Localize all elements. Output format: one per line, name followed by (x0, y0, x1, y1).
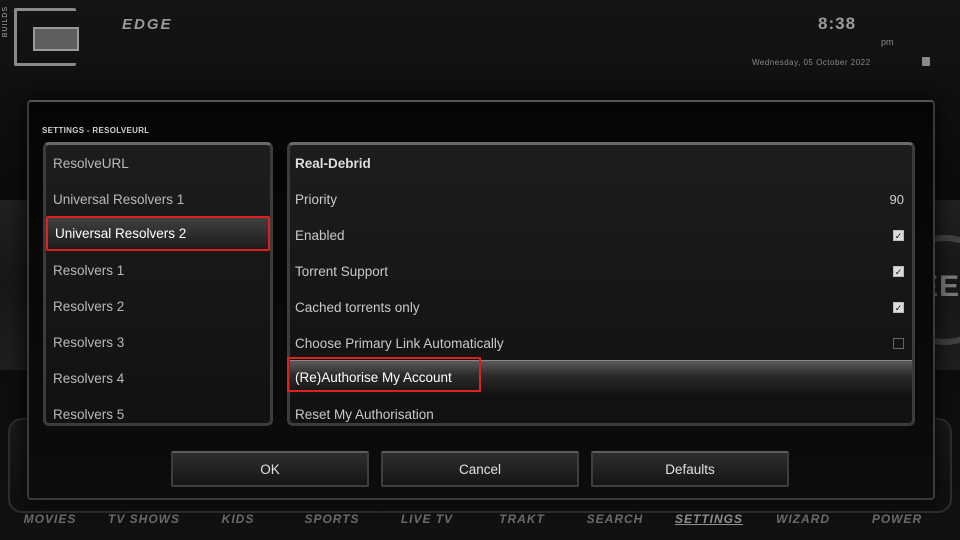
setting-enabled[interactable]: Enabled ✓ (290, 217, 912, 253)
menu-item-trakt[interactable]: TRAKT (480, 512, 564, 526)
setting-torrent-label: Torrent Support (295, 263, 389, 279)
cancel-button[interactable]: Cancel (381, 451, 579, 487)
category-item-resolvers-3[interactable]: Resolvers 3 (46, 324, 270, 360)
bottom-menu: MOVIES TV SHOWS KIDS SPORTS LIVE TV TRAK… (0, 512, 960, 534)
setting-reauthorise-label: (Re)Authorise My Account (295, 370, 452, 385)
menu-item-live-tv[interactable]: LIVE TV (385, 512, 469, 526)
setting-cached-torrents[interactable]: Cached torrents only ✓ (290, 289, 912, 325)
category-item-resolvers-4[interactable]: Resolvers 4 (46, 360, 270, 396)
category-item-universal-resolvers-1[interactable]: Universal Resolvers 1 (46, 181, 270, 217)
setting-priority-value: 90 (889, 191, 904, 207)
torrent-checkbox-icon[interactable]: ✓ (893, 265, 904, 277)
setting-auto-link-label: Choose Primary Link Automatically (295, 335, 504, 351)
auto-link-checkbox-icon[interactable]: ✓ (893, 337, 904, 349)
category-list: ResolveURL Universal Resolvers 1 Univers… (43, 142, 273, 426)
menu-item-tv-shows[interactable]: TV SHOWS (102, 512, 186, 526)
menu-item-search[interactable]: SEARCH (573, 512, 657, 526)
clock-ampm: pm (881, 37, 894, 47)
menu-item-movies[interactable]: MOVIES (8, 512, 92, 526)
logo-side-text: BUILDS (2, 6, 9, 38)
setting-auto-primary-link[interactable]: Choose Primary Link Automatically ✓ (290, 325, 912, 361)
cached-checkbox-icon[interactable]: ✓ (893, 301, 904, 313)
ok-button[interactable]: OK (171, 451, 369, 487)
setting-priority-label: Priority (295, 191, 338, 207)
category-item-universal-resolvers-2[interactable]: Universal Resolvers 2 (46, 216, 270, 251)
category-item-resolvers-1[interactable]: Resolvers 1 (46, 252, 270, 288)
clock-date: Wednesday, 05 October 2022 (752, 58, 871, 67)
menu-item-sports[interactable]: SPORTS (290, 512, 374, 526)
category-item-resolveurl[interactable]: ResolveURL (46, 145, 270, 181)
menu-item-kids[interactable]: KIDS (196, 512, 280, 526)
setting-reauthorise-account[interactable]: (Re)Authorise My Account (290, 360, 912, 394)
setting-torrent-support[interactable]: Torrent Support ✓ (290, 253, 912, 289)
setting-priority[interactable]: Priority 90 (290, 181, 912, 217)
menu-item-settings[interactable]: SETTINGS (667, 512, 751, 526)
builds-logo (14, 8, 79, 66)
menu-item-power[interactable]: POWER (855, 512, 939, 526)
skin-name: EDGE (122, 16, 173, 33)
category-item-resolvers-5[interactable]: Resolvers 5 (46, 396, 270, 423)
settings-list: Real-Debrid Priority 90 Enabled ✓ Torren… (287, 142, 915, 426)
menu-item-wizard[interactable]: WIZARD (761, 512, 845, 526)
enabled-checkbox-icon[interactable]: ✓ (893, 229, 904, 241)
dialog-title: SETTINGS - RESOLVEURL (42, 126, 150, 135)
setting-enabled-label: Enabled (295, 227, 345, 243)
setting-reset-authorisation[interactable]: Reset My Authorisation (290, 396, 912, 423)
clock-time: 8:38 (818, 14, 857, 33)
section-header-real-debrid: Real-Debrid (290, 145, 912, 181)
category-item-resolvers-2[interactable]: Resolvers 2 (46, 288, 270, 324)
setting-reset-label: Reset My Authorisation (295, 406, 434, 422)
notification-icon (922, 57, 930, 66)
defaults-button[interactable]: Defaults (591, 451, 789, 487)
section-header-label: Real-Debrid (295, 155, 371, 171)
setting-cached-label: Cached torrents only (295, 299, 420, 315)
